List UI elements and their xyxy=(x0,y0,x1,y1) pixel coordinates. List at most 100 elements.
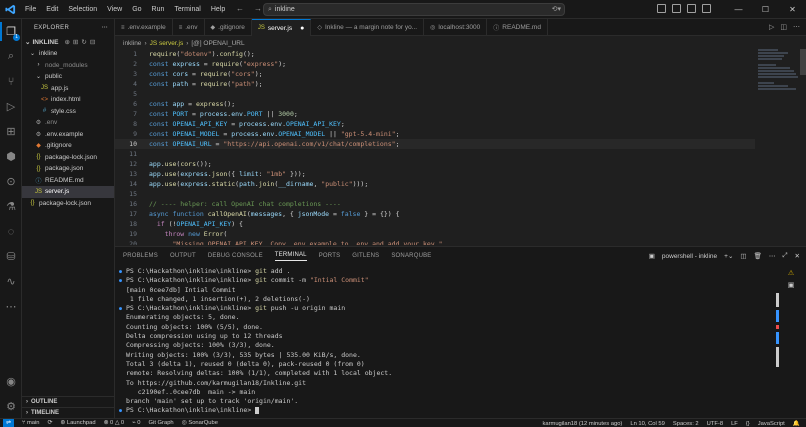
cursor-position[interactable]: Ln 10, Col 59 xyxy=(630,421,664,427)
run-debug-icon[interactable]: ▷ xyxy=(0,94,22,119)
python-icon[interactable]: ⬢ xyxy=(0,144,22,169)
minimize-button[interactable]: — xyxy=(725,0,752,19)
git-graph-status[interactable]: Git Graph xyxy=(149,420,174,426)
code-line[interactable]: 1 require("dotenv").config(); xyxy=(115,49,755,59)
panel-tab-gitlens[interactable]: GITLENS xyxy=(352,253,379,259)
more-actions-icon[interactable]: ⋯ xyxy=(102,24,108,31)
panel-tab-output[interactable]: OUTPUT xyxy=(170,253,196,259)
new-file-icon[interactable]: ⊕ xyxy=(64,38,69,46)
more-actions-icon[interactable]: ⋯ xyxy=(793,23,800,31)
tree-file[interactable]: ⚙ .env xyxy=(22,117,114,129)
breadcrumb-symbol[interactable]: [@] OPENAI_URL xyxy=(191,40,244,47)
toggle-primary-sidebar-icon[interactable] xyxy=(657,4,666,13)
breadcrumb-file[interactable]: JS server.js xyxy=(150,40,184,47)
editor-tab[interactable]: ◇ Inkline — a margin note for yo... xyxy=(311,19,425,36)
code-line[interactable]: 5 xyxy=(115,89,755,99)
tree-file[interactable]: JS app.js xyxy=(22,83,114,95)
language-mode[interactable]: JavaScript xyxy=(758,421,785,427)
editor-tab[interactable]: ≡ .env.example xyxy=(115,19,173,36)
command-center-search[interactable]: ⌕ inkline ⟲▾ xyxy=(263,3,565,16)
code-line[interactable]: 3 const cors = require("cors"); xyxy=(115,69,755,79)
editor-scrollbar[interactable] xyxy=(800,49,806,75)
editor-tab[interactable]: ◆ .gitignore xyxy=(205,19,252,36)
warning-icon[interactable]: ⚠ xyxy=(788,269,794,277)
tree-file[interactable]: {} package.json xyxy=(22,163,114,175)
settings-gear-icon[interactable]: ⚙ xyxy=(0,394,22,419)
timeline-section[interactable]: › TIMELINE xyxy=(22,407,115,418)
outline-section[interactable]: › OUTLINE xyxy=(22,396,115,407)
code-line[interactable]: 6 const app = express(); xyxy=(115,99,755,109)
code-line[interactable]: 16 // ---- helper: call OpenAI chat compl… xyxy=(115,199,755,209)
git-blame-status[interactable]: karmugilan18 (12 minutes ago) xyxy=(542,421,622,427)
sync-icon[interactable]: ⟳ xyxy=(48,420,53,426)
code-line[interactable]: 19 throw new Error( xyxy=(115,229,755,239)
terminal-output[interactable]: ● PS C:\Hackathon\inkline\inkline> git ad… xyxy=(115,267,775,419)
code-line[interactable]: 10 const OPENAI_URL = "https://api.openai… xyxy=(115,139,755,149)
language-braces-icon[interactable]: {} xyxy=(746,421,750,427)
tree-file[interactable]: {} package-lock.json xyxy=(22,152,114,164)
code-line[interactable]: 8 const OPENAI_API_KEY = process.env.OPEN… xyxy=(115,119,755,129)
explorer-icon[interactable]: ❐ 1 xyxy=(0,19,22,44)
tree-folder[interactable]: ⌄ public xyxy=(22,71,114,83)
editor-tab[interactable]: ◎ localhost:3000 xyxy=(424,19,488,36)
panel-tab-sonarqube[interactable]: SONARQUBE xyxy=(391,253,431,259)
encoding-status[interactable]: UTF-8 xyxy=(707,421,723,427)
maximize-panel-icon[interactable]: ⤢ xyxy=(782,252,787,260)
forward-arrow-icon[interactable]: → xyxy=(254,4,262,13)
tree-file[interactable]: {} package-lock.json xyxy=(22,198,114,210)
account-icon[interactable]: ◉ xyxy=(0,369,22,394)
tree-file[interactable]: # style.css xyxy=(22,106,114,118)
extensions-icon[interactable]: ⊞ xyxy=(0,119,22,144)
toggle-secondary-sidebar-icon[interactable] xyxy=(687,4,696,13)
code-line[interactable]: 14 app.use(express.static(path.join(__dir… xyxy=(115,179,755,189)
code-line[interactable]: 11 xyxy=(115,149,755,159)
breadcrumb-folder[interactable]: inkline xyxy=(123,40,141,47)
notifications-bell-icon[interactable]: 🔔 xyxy=(793,421,800,427)
more-actions-icon[interactable]: ⋯ xyxy=(769,252,776,260)
tree-file[interactable]: <> index.html xyxy=(22,94,114,106)
tree-file[interactable]: ◆ .gitignore xyxy=(22,140,114,152)
back-arrow-icon[interactable]: ← xyxy=(236,4,244,13)
toggle-panel-icon[interactable] xyxy=(672,4,681,13)
remote-explorer-icon[interactable]: ⊙ xyxy=(0,169,22,194)
tree-file[interactable]: ⚙ .env.example xyxy=(22,129,114,141)
more-icon[interactable]: ⋯ xyxy=(0,294,22,319)
command-decoration-icon[interactable]: ● xyxy=(119,407,126,416)
sonarqube-status[interactable]: ◎ SonarQube xyxy=(182,420,218,426)
copilot-icon[interactable]: ⟲▾ xyxy=(552,5,561,13)
menu-terminal[interactable]: Terminal xyxy=(169,0,205,19)
workspace-root[interactable]: ⌄ INKLINE ⊕ ⊞ ↻ ⊟ xyxy=(22,36,114,48)
panel-tab-terminal[interactable]: TERMINAL xyxy=(274,252,307,261)
testing-icon[interactable]: ⚗ xyxy=(0,194,22,219)
gitlens-icon[interactable]: ∿ xyxy=(0,269,22,294)
remote-indicator-icon[interactable]: ⇌ xyxy=(3,418,14,427)
maximize-button[interactable]: ☐ xyxy=(752,0,779,19)
eol-status[interactable]: LF xyxy=(731,421,738,427)
refresh-icon[interactable]: ↻ xyxy=(81,38,86,46)
terminal-list-icon[interactable]: ▣ xyxy=(788,281,795,289)
code-editor[interactable]: 1 require("dotenv").config(); 2 const expre… xyxy=(115,49,806,245)
customize-layout-icon[interactable] xyxy=(702,4,711,13)
code-line[interactable]: 20 "Missing OPENAI_API_KEY. Copy .env.ex… xyxy=(115,239,755,245)
code-line[interactable]: 2 const express = require("express"); xyxy=(115,59,755,69)
editor-tab[interactable]: JS server.js ● xyxy=(251,19,312,36)
new-terminal-icon[interactable]: +⌄ xyxy=(724,252,733,260)
unsaved-dot-icon[interactable]: ● xyxy=(300,25,304,32)
tree-folder[interactable]: ⌄ inkline xyxy=(22,48,114,60)
menu-help[interactable]: Help xyxy=(206,0,230,19)
docker-icon[interactable]: ⛁ xyxy=(0,244,22,269)
kill-terminal-icon[interactable]: 🗑 xyxy=(754,252,762,260)
indentation-status[interactable]: Spaces: 2 xyxy=(673,421,699,427)
panel-tab-debug-console[interactable]: DEBUG CONSOLE xyxy=(208,253,263,259)
launchpad-status[interactable]: ⊛ Launchpad xyxy=(60,420,95,426)
close-button[interactable]: ✕ xyxy=(779,0,806,19)
minimap[interactable] xyxy=(758,49,798,109)
code-line[interactable]: 15 xyxy=(115,189,755,199)
menu-run[interactable]: Run xyxy=(147,0,170,19)
problems-status[interactable]: ⊗ 0 △ 0 xyxy=(104,420,125,426)
tree-folder[interactable]: › node_modules xyxy=(22,60,114,72)
terminal-shell-label[interactable]: powershell - inkline xyxy=(662,253,717,260)
ports-status[interactable]: ⌁ 0 xyxy=(132,420,140,426)
panel-tab-problems[interactable]: PROBLEMS xyxy=(123,253,158,259)
code-line[interactable]: 13 app.use(express.json({ limit: "1mb" })… xyxy=(115,169,755,179)
